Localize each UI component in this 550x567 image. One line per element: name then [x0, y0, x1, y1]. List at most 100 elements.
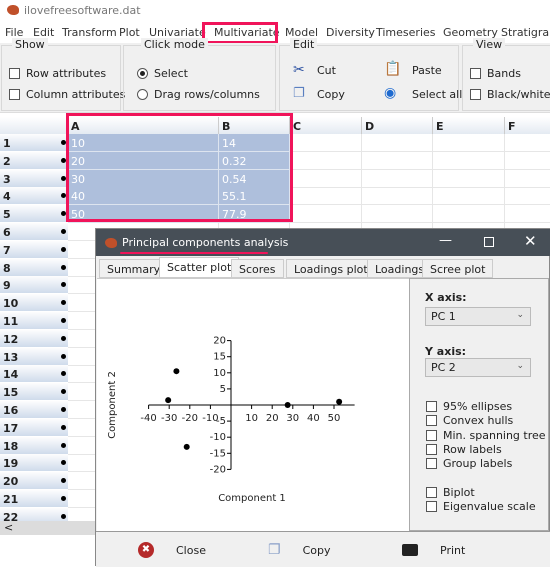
menu-plot[interactable]: Plot [119, 26, 140, 39]
menu-timeseries[interactable]: Timeseries [376, 26, 436, 39]
menu-diversity[interactable]: Diversity [326, 26, 375, 39]
black-white-checkbox[interactable] [470, 89, 481, 100]
column-header-d[interactable]: D [362, 117, 433, 134]
select-radio[interactable] [137, 68, 148, 79]
horizontal-scrollbar[interactable]: < [0, 521, 95, 535]
option-checkbox[interactable] [426, 458, 437, 470]
grid-cell[interactable] [433, 169, 505, 188]
row-header[interactable]: 3 [0, 169, 68, 188]
row-header[interactable]: 16 [0, 401, 68, 419]
row-header[interactable]: 2 [0, 151, 68, 170]
row-header[interactable]: 4 [0, 187, 68, 206]
option-checkbox[interactable] [426, 443, 437, 455]
printer-icon [402, 544, 418, 556]
dialog-logo-icon [105, 238, 117, 248]
menu-bar: File Edit Transform Plot Univariate Mult… [0, 22, 550, 44]
grid-cell[interactable] [362, 151, 433, 170]
select-all-button[interactable]: Select all [412, 88, 462, 101]
grid-cell[interactable] [290, 134, 362, 152]
row-header[interactable]: 14 [0, 365, 68, 384]
tab-scatter-plot[interactable]: Scatter plot [159, 257, 240, 278]
minimize-icon[interactable]: — [439, 233, 452, 248]
row-header[interactable]: 8 [0, 258, 68, 277]
row-header[interactable]: 20 [0, 472, 68, 491]
tab-scores[interactable]: Scores [231, 259, 284, 278]
option-checkbox[interactable] [426, 501, 437, 513]
option-checkbox[interactable] [426, 429, 437, 441]
tab-loadings-plot[interactable]: Loadings plot [286, 259, 376, 278]
x-axis-select[interactable]: PC 1 ⌄ [425, 307, 531, 326]
row-header[interactable]: 17 [0, 418, 68, 437]
row-header[interactable]: 1 [0, 134, 68, 152]
view-group: View Bands Black/white [462, 38, 550, 111]
grid-cell[interactable] [505, 187, 550, 206]
select-all-icon[interactable]: ◉ [384, 85, 396, 101]
tab-summary[interactable]: Summary [99, 259, 169, 278]
menu-transform[interactable]: Transform [62, 26, 117, 39]
scroll-left-arrow[interactable]: < [4, 521, 13, 534]
row-header[interactable]: 18 [0, 436, 68, 455]
option-checkbox[interactable] [426, 415, 437, 427]
paste-button[interactable]: Paste [412, 64, 442, 77]
y-axis-value: PC 2 [431, 361, 456, 374]
bands-checkbox[interactable] [470, 68, 481, 79]
row-header[interactable]: 9 [0, 276, 68, 295]
row-header[interactable]: 10 [0, 294, 68, 313]
grid-cell[interactable] [362, 169, 433, 188]
row-number: 7 [3, 243, 11, 257]
y-axis-title: Component 2 [107, 371, 118, 439]
grid-cell[interactable] [290, 169, 362, 188]
grid-cell[interactable] [505, 170, 550, 188]
grid-cell[interactable] [290, 187, 362, 206]
grid-cell[interactable] [505, 152, 550, 170]
row-header[interactable]: 6 [0, 223, 68, 241]
maximize-icon[interactable] [484, 237, 494, 247]
row-marker-icon [61, 335, 66, 341]
scissors-icon[interactable]: ✂ [293, 62, 305, 78]
row-marker-icon [61, 353, 66, 359]
grid-cell[interactable] [362, 205, 433, 224]
y-tick-label: 10 [213, 368, 226, 379]
grid-cell[interactable] [433, 205, 505, 224]
row-marker-icon [61, 229, 66, 234]
y-axis-select[interactable]: PC 2 ⌄ [425, 358, 531, 377]
x-tick-label: -20 [182, 413, 198, 424]
grid-cell[interactable] [433, 134, 505, 152]
row-header[interactable]: 5 [0, 205, 68, 224]
copy-plot-button[interactable]: ❐ Copy [268, 540, 330, 560]
copy-button[interactable]: Copy [317, 88, 345, 101]
black-white-label: Black/white [487, 88, 550, 101]
grid-cell[interactable] [362, 134, 433, 152]
cut-button[interactable]: Cut [317, 64, 336, 77]
close-button[interactable]: ✖ Close [138, 540, 206, 560]
column-header-f[interactable]: F [505, 117, 550, 134]
print-button[interactable]: Print [402, 540, 465, 560]
grid-cell[interactable] [290, 151, 362, 170]
option-checkbox[interactable] [426, 487, 437, 498]
tab-scree-plot[interactable]: Scree plot [422, 259, 494, 278]
row-header[interactable]: 11 [0, 312, 68, 330]
row-header[interactable]: 19 [0, 454, 68, 473]
grid-cell[interactable] [505, 134, 550, 152]
close-window-icon[interactable]: ✕ [524, 232, 537, 250]
paste-icon[interactable]: 📋 [384, 61, 401, 77]
row-header[interactable]: 15 [0, 383, 68, 402]
row-header[interactable]: 12 [0, 329, 68, 348]
grid-cell[interactable] [433, 151, 505, 170]
menu-stratigraphy[interactable]: Stratigraphy [501, 26, 550, 39]
grid-cell[interactable] [362, 187, 433, 206]
grid-cell[interactable] [505, 205, 550, 224]
option-checkbox[interactable] [426, 401, 437, 412]
grid-cell[interactable] [290, 205, 362, 224]
column-header-c[interactable]: C [290, 117, 362, 134]
row-number: 21 [3, 493, 19, 506]
grid-cell[interactable] [433, 187, 505, 206]
drag-rows-radio[interactable] [137, 89, 148, 100]
copy-icon[interactable]: ❐ [293, 86, 305, 101]
column-header-e[interactable]: E [433, 117, 505, 134]
row-header[interactable]: 21 [0, 490, 68, 508]
row-attributes-checkbox[interactable] [9, 68, 20, 79]
row-header[interactable]: 13 [0, 347, 68, 366]
row-header[interactable]: 7 [0, 240, 68, 259]
column-attributes-checkbox[interactable] [9, 89, 20, 100]
